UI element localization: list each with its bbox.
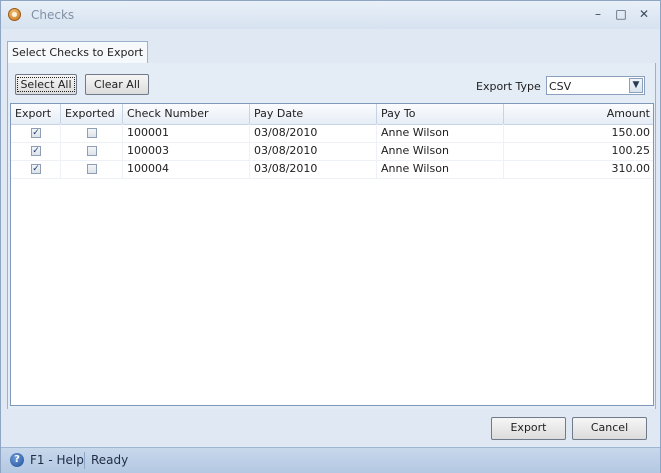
amount-cell: 310.00 — [611, 162, 651, 175]
export-cell: ✓ — [11, 160, 61, 178]
column-header-pay-to[interactable]: Pay To — [377, 104, 504, 124]
amount-cell: 150.00 — [611, 126, 651, 139]
grid-header: Export Exported Check Number Pay Date Pa… — [11, 104, 653, 125]
select-all-button[interactable]: Select All — [15, 74, 77, 95]
column-header-check-number[interactable]: Check Number — [123, 104, 250, 124]
tab-select-checks[interactable]: Select Checks to Export — [7, 41, 149, 64]
export-checkbox[interactable]: ✓ — [31, 164, 41, 174]
pay-to-cell: Anne Wilson — [377, 160, 504, 178]
column-header-amount[interactable]: Amount — [504, 104, 653, 124]
status-bar: ? F1 - Help Ready — [1, 447, 660, 473]
exported-cell — [61, 142, 123, 160]
column-header-exported[interactable]: Exported — [61, 104, 123, 124]
exported-checkbox[interactable] — [87, 128, 97, 138]
table-row[interactable]: ✓ 100004 03/08/2010 Anne Wilson 310.00 — [11, 160, 653, 179]
export-type-label: Export Type — [476, 80, 541, 93]
exported-cell — [61, 160, 123, 178]
export-checkbox[interactable]: ✓ — [31, 128, 41, 138]
chevron-down-icon[interactable]: ▼ — [629, 78, 643, 93]
pay-date-cell: 03/08/2010 — [250, 142, 377, 160]
checks-window: Checks – □ ✕ Select Checks to Export Sel… — [0, 0, 661, 473]
export-type-value: CSV — [549, 80, 572, 93]
clear-all-button[interactable]: Clear All — [85, 74, 149, 95]
table-row[interactable]: ✓ 100003 03/08/2010 Anne Wilson 100.25 — [11, 142, 653, 161]
export-button-label: Export — [510, 421, 547, 434]
window-title: Checks — [31, 8, 75, 22]
pay-date-cell: 03/08/2010 — [250, 124, 377, 142]
check-number-cell: 100004 — [123, 160, 250, 178]
tab-strip: Select Checks to Export — [7, 41, 654, 64]
title-bar[interactable]: Checks – □ ✕ — [1, 1, 660, 29]
maximize-button[interactable]: □ — [612, 6, 630, 22]
status-separator — [84, 452, 85, 469]
check-number-cell: 100001 — [123, 124, 250, 142]
clear-all-label: Clear All — [94, 78, 140, 91]
amount-cell: 100.25 — [611, 144, 651, 157]
export-cell: ✓ — [11, 124, 61, 142]
checks-grid: Export Exported Check Number Pay Date Pa… — [10, 103, 654, 406]
table-row[interactable]: ✓ 100001 03/08/2010 Anne Wilson 150.00 — [11, 124, 653, 143]
check-number-cell: 100003 — [123, 142, 250, 160]
column-header-pay-date[interactable]: Pay Date — [250, 104, 377, 124]
column-header-export[interactable]: Export — [11, 104, 61, 124]
export-checkbox[interactable]: ✓ — [31, 146, 41, 156]
cancel-button[interactable]: Cancel — [572, 417, 647, 440]
export-cell: ✓ — [11, 142, 61, 160]
minimize-button[interactable]: – — [589, 6, 607, 22]
exported-checkbox[interactable] — [87, 146, 97, 156]
status-help-text[interactable]: F1 - Help — [30, 453, 84, 467]
exported-cell — [61, 124, 123, 142]
export-button[interactable]: Export — [491, 417, 566, 440]
cancel-button-label: Cancel — [590, 421, 629, 434]
pay-to-cell: Anne Wilson — [377, 142, 504, 160]
exported-checkbox[interactable] — [87, 164, 97, 174]
pay-to-cell: Anne Wilson — [377, 124, 504, 142]
app-icon — [8, 8, 21, 21]
select-all-label: Select All — [17, 77, 75, 92]
status-ready-text: Ready — [91, 453, 129, 467]
close-button[interactable]: ✕ — [635, 6, 653, 22]
export-type-select[interactable]: CSV ▼ — [546, 76, 645, 95]
help-icon[interactable]: ? — [10, 453, 24, 467]
tab-label: Select Checks to Export — [12, 46, 144, 59]
pay-date-cell: 03/08/2010 — [250, 160, 377, 178]
